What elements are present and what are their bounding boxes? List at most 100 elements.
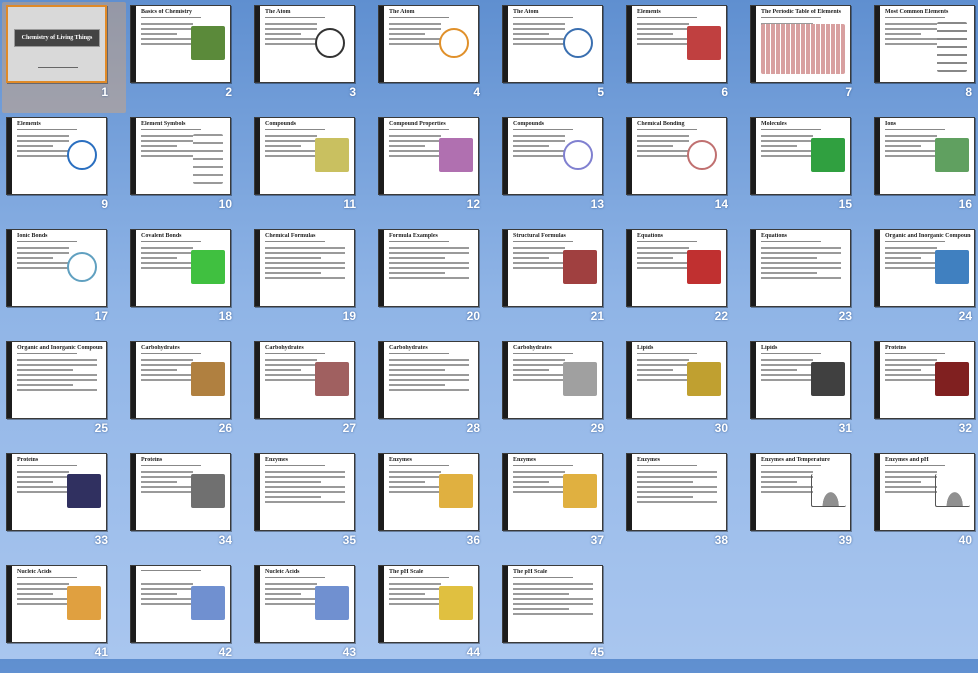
slide-image xyxy=(315,28,345,58)
slide-thumbnail-44[interactable]: The pH Scale 44 xyxy=(374,562,498,673)
slide-accent-band xyxy=(131,566,136,642)
slide-accent-band xyxy=(7,342,12,418)
slide-accent-band xyxy=(379,566,384,642)
slide-preview: Enzymes and pH xyxy=(874,453,975,531)
slide-image xyxy=(191,586,225,620)
slide-accent-band xyxy=(379,342,384,418)
slide-thumbnail-12[interactable]: Compound Properties 12 xyxy=(374,114,498,225)
slide-accent-band xyxy=(627,118,632,194)
slide-preview: Most Common Elements xyxy=(874,5,975,83)
slide-thumbnail-33[interactable]: Proteins 33 xyxy=(2,450,126,561)
slide-image xyxy=(191,250,225,284)
slide-number: 17 xyxy=(94,309,108,323)
slide-accent-band xyxy=(751,6,756,82)
slide-thumbnail-6[interactable]: Elements 6 xyxy=(622,2,746,113)
slide-accent-band xyxy=(875,342,880,418)
slide-thumbnail-13[interactable]: Compounds 13 xyxy=(498,114,622,225)
slide-thumbnail-14[interactable]: Chemical Bonding 14 xyxy=(622,114,746,225)
slide-thumbnail-27[interactable]: Carbohydrates 27 xyxy=(250,338,374,449)
slide-image xyxy=(315,138,349,172)
slide-number: 20 xyxy=(466,309,480,323)
slide-body-text xyxy=(513,135,565,160)
slide-number: 21 xyxy=(590,309,604,323)
slide-thumbnail-20[interactable]: Formula Examples 20 xyxy=(374,226,498,337)
slide-accent-band xyxy=(255,566,260,642)
slide-thumbnail-11[interactable]: Compounds 11 xyxy=(250,114,374,225)
slide-body-text xyxy=(389,359,469,394)
slide-title: Nucleic Acids xyxy=(265,569,351,578)
slide-thumbnail-23[interactable]: Equations 23 xyxy=(746,226,870,337)
slide-image xyxy=(563,474,597,508)
slide-title: Proteins xyxy=(885,345,971,354)
slide-title: Elements xyxy=(637,9,723,18)
slide-title: Structural Formulas xyxy=(513,233,599,242)
slide-thumbnail-30[interactable]: Lipids 30 xyxy=(622,338,746,449)
slide-thumbnail-34[interactable]: Proteins 34 xyxy=(126,450,250,561)
slide-thumbnail-26[interactable]: Carbohydrates 26 xyxy=(126,338,250,449)
slide-thumbnail-41[interactable]: Nucleic Acids 41 xyxy=(2,562,126,673)
slide-thumbnail-31[interactable]: Lipids 31 xyxy=(746,338,870,449)
slide-thumbnail-36[interactable]: Enzymes 36 xyxy=(374,450,498,561)
slide-number: 34 xyxy=(218,533,232,547)
slide-number: 7 xyxy=(845,85,852,99)
slide-title: Chemical Bonding xyxy=(637,121,723,130)
slide-thumbnail-15[interactable]: Molecules 15 xyxy=(746,114,870,225)
slide-title: The pH Scale xyxy=(389,569,475,578)
slide-accent-band xyxy=(7,566,12,642)
slide-thumbnail-16[interactable]: Ions 16 xyxy=(870,114,978,225)
slide-number: 42 xyxy=(218,645,232,659)
slide-body-text xyxy=(761,247,841,282)
slide-number: 25 xyxy=(94,421,108,435)
slide-number: 13 xyxy=(590,197,604,211)
slide-thumbnail-24[interactable]: Organic and Inorganic Compounds 24 xyxy=(870,226,978,337)
slide-number: 9 xyxy=(101,197,108,211)
slide-thumbnail-2[interactable]: Basics of Chemistry 2 xyxy=(126,2,250,113)
slide-title: Element Symbols xyxy=(141,121,227,130)
slide-number: 32 xyxy=(958,421,972,435)
slide-body-text xyxy=(17,247,69,272)
slide-number: 14 xyxy=(714,197,728,211)
slide-sorter-grid: Chemistry of Living Things 1 Basics of Che… xyxy=(0,0,978,659)
slide-thumbnail-32[interactable]: Proteins 32 xyxy=(870,338,978,449)
slide-thumbnail-10[interactable]: Element Symbols 10 xyxy=(126,114,250,225)
slide-preview: Structural Formulas xyxy=(502,229,603,307)
slide-thumbnail-18[interactable]: Covalent Bonds 18 xyxy=(126,226,250,337)
slide-preview: Chemical Formulas xyxy=(254,229,355,307)
slide-preview: Chemistry of Living Things xyxy=(6,5,107,83)
slide-preview: The pH Scale xyxy=(502,565,603,643)
slide-body-text xyxy=(141,247,193,272)
slide-thumbnail-38[interactable]: Enzymes 38 xyxy=(622,450,746,561)
slide-thumbnail-40[interactable]: Enzymes and pH 40 xyxy=(870,450,978,561)
slide-preview: Equations xyxy=(626,229,727,307)
slide-body-text xyxy=(265,23,317,48)
slide-image xyxy=(67,586,101,620)
slide-number: 37 xyxy=(590,533,604,547)
slide-thumbnail-1[interactable]: Chemistry of Living Things 1 xyxy=(2,2,126,113)
slide-thumbnail-35[interactable]: Enzymes 35 xyxy=(250,450,374,561)
slide-accent-band xyxy=(131,118,136,194)
slide-thumbnail-29[interactable]: Carbohydrates 29 xyxy=(498,338,622,449)
slide-body-text xyxy=(637,359,689,384)
slide-thumbnail-9[interactable]: Elements 9 xyxy=(2,114,126,225)
slide-thumbnail-45[interactable]: The pH Scale 45 xyxy=(498,562,622,673)
slide-image xyxy=(811,138,845,172)
slide-thumbnail-42[interactable]: 42 xyxy=(126,562,250,673)
slide-thumbnail-21[interactable]: Structural Formulas 21 xyxy=(498,226,622,337)
slide-thumbnail-28[interactable]: Carbohydrates 28 xyxy=(374,338,498,449)
slide-preview: Carbohydrates xyxy=(502,341,603,419)
slide-thumbnail-4[interactable]: The Atom 4 xyxy=(374,2,498,113)
slide-thumbnail-5[interactable]: The Atom 5 xyxy=(498,2,622,113)
slide-thumbnail-22[interactable]: Equations 22 xyxy=(622,226,746,337)
slide-thumbnail-25[interactable]: Organic and Inorganic Compounds 25 xyxy=(2,338,126,449)
slide-thumbnail-3[interactable]: The Atom 3 xyxy=(250,2,374,113)
slide-thumbnail-39[interactable]: Enzymes and Temperature 39 xyxy=(746,450,870,561)
slide-image xyxy=(563,140,593,170)
slide-thumbnail-37[interactable]: Enzymes 37 xyxy=(498,450,622,561)
slide-title: Molecules xyxy=(761,121,847,130)
slide-thumbnail-43[interactable]: Nucleic Acids 43 xyxy=(250,562,374,673)
slide-thumbnail-8[interactable]: Most Common Elements 8 xyxy=(870,2,978,113)
slide-thumbnail-19[interactable]: Chemical Formulas 19 xyxy=(250,226,374,337)
slide-thumbnail-17[interactable]: Ionic Bonds 17 xyxy=(2,226,126,337)
slide-body-text xyxy=(637,247,689,272)
slide-thumbnail-7[interactable]: The Periodic Table of Elements 7 xyxy=(746,2,870,113)
